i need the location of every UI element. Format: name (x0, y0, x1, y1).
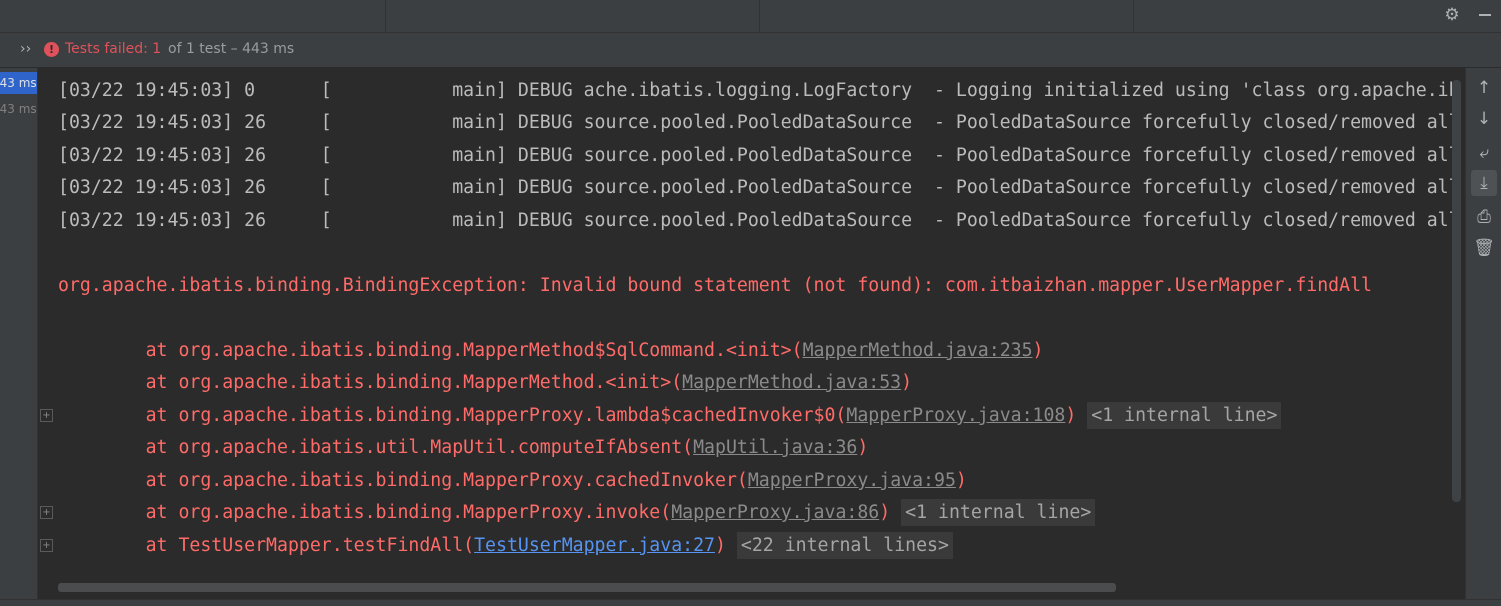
stack-frame-text: at org.apache.ibatis.binding.MapperProxy… (58, 502, 672, 523)
stack-frame: at org.apache.ibatis.binding.MapperMetho… (58, 336, 1044, 366)
fold-expand-icon[interactable]: + (40, 409, 53, 422)
source-link[interactable]: MapUtil.java:36 (693, 437, 857, 458)
stack-frame-text: at TestUserMapper.testFindAll( (58, 535, 475, 556)
source-link[interactable]: MapperProxy.java:108 (846, 405, 1065, 426)
log-line: [03/22 19:45:03] 0 [ main] DEBUG ache.ib… (58, 80, 1460, 101)
stack-frame-close: ) (955, 470, 967, 491)
fold-expand-icon[interactable]: + (40, 506, 53, 519)
stack-frame-close: ) (715, 535, 726, 556)
minimize-icon[interactable] (1479, 14, 1491, 16)
internal-lines-badge[interactable]: <1 internal line> (1087, 402, 1282, 429)
expand-chevron-icon[interactable]: ›› (20, 41, 31, 57)
print-icon[interactable]: ⎙ (1471, 204, 1497, 230)
log-line: [03/22 19:45:03] 26 [ main] DEBUG source… (58, 112, 1460, 133)
test-tree-pane: 443 ms 443 ms (0, 68, 38, 605)
stack-frame: at org.apache.ibatis.binding.MapperMetho… (58, 368, 913, 398)
test-summary: of 1 test – 443 ms (168, 41, 295, 57)
stack-frame-text: at org.apache.ibatis.binding.MapperProxy… (58, 405, 847, 426)
vertical-scrollbar[interactable] (1452, 80, 1461, 502)
stack-frame-text: at org.apache.ibatis.binding.MapperProxy… (58, 470, 748, 491)
internal-lines-badge[interactable]: <1 internal line> (901, 499, 1096, 526)
gear-icon[interactable]: ⚙ (1443, 6, 1461, 24)
tests-failed-label: Tests failed: 1 (65, 41, 161, 57)
error-icon: ! (44, 42, 59, 57)
test-tree-row-selected[interactable]: 443 ms (0, 72, 37, 94)
source-link[interactable]: MapperProxy.java:86 (671, 502, 879, 523)
stack-frame: at org.apache.ibatis.util.MapUtil.comput… (58, 433, 869, 463)
source-link[interactable]: MapperProxy.java:95 (748, 470, 956, 491)
test-tree-row[interactable]: 443 ms (0, 98, 37, 120)
log-line: [03/22 19:45:03] 26 [ main] DEBUG source… (58, 145, 1460, 166)
stack-frame: at TestUserMapper.testFindAll(TestUserMa… (58, 531, 953, 561)
internal-lines-badge[interactable]: <22 internal lines> (736, 532, 953, 559)
tests-failed-text: Tests failed: (65, 41, 153, 57)
trash-icon[interactable]: 🗑 (1471, 235, 1497, 261)
exception-message: org.apache.ibatis.binding.BindingExcepti… (58, 275, 1372, 296)
test-status-bar: ›› ! Tests failed: 1 of 1 test – 443 ms (0, 33, 1501, 67)
source-link[interactable]: MapperMethod.java:53 (682, 372, 901, 393)
stack-frame-close: ) (1032, 340, 1044, 361)
stack-frame-close: ) (857, 437, 869, 458)
soft-wrap-icon[interactable]: ⤶ (1471, 140, 1497, 166)
fold-expand-icon[interactable]: + (40, 539, 53, 552)
stack-frame: at org.apache.ibatis.binding.MapperProxy… (58, 401, 1282, 431)
stack-frame: at org.apache.ibatis.binding.MapperProxy… (58, 498, 1096, 528)
stack-frame-close: ) (901, 372, 913, 393)
scroll-to-end-icon[interactable]: ⤓ (1471, 170, 1497, 196)
log-line: [03/22 19:45:03] 26 [ main] DEBUG source… (58, 210, 1460, 231)
header-separator (1133, 0, 1134, 32)
tool-window-header: ⚙ (0, 0, 1501, 33)
console-toolbar: ↑ ↓ ⤶ ⤓ ⎙ 🗑 (1465, 68, 1501, 605)
arrow-down-icon[interactable]: ↓ (1471, 106, 1497, 132)
stack-frame-close: ) (1065, 405, 1077, 426)
log-line: [03/22 19:45:03] 26 [ main] DEBUG source… (58, 177, 1460, 198)
stack-frame: at org.apache.ibatis.binding.MapperProxy… (58, 466, 967, 496)
header-separator (759, 0, 760, 32)
stack-frame-text: at org.apache.ibatis.util.MapUtil.comput… (58, 437, 694, 458)
console-output[interactable]: [03/22 19:45:03] 0 [ main] DEBUG ache.ib… (38, 68, 1464, 605)
stack-frame-text: at org.apache.ibatis.binding.MapperMetho… (58, 372, 683, 393)
stack-frame-text: at org.apache.ibatis.binding.MapperMetho… (58, 340, 803, 361)
header-separator (385, 0, 386, 32)
source-link[interactable]: MapperMethod.java:235 (803, 340, 1033, 361)
failed-count: 1 (152, 41, 162, 57)
source-link[interactable]: TestUserMapper.java:27 (474, 535, 715, 556)
horizontal-scrollbar[interactable] (58, 583, 1116, 592)
stack-frame-close: ) (879, 502, 891, 523)
arrow-up-icon[interactable]: ↑ (1471, 75, 1497, 101)
